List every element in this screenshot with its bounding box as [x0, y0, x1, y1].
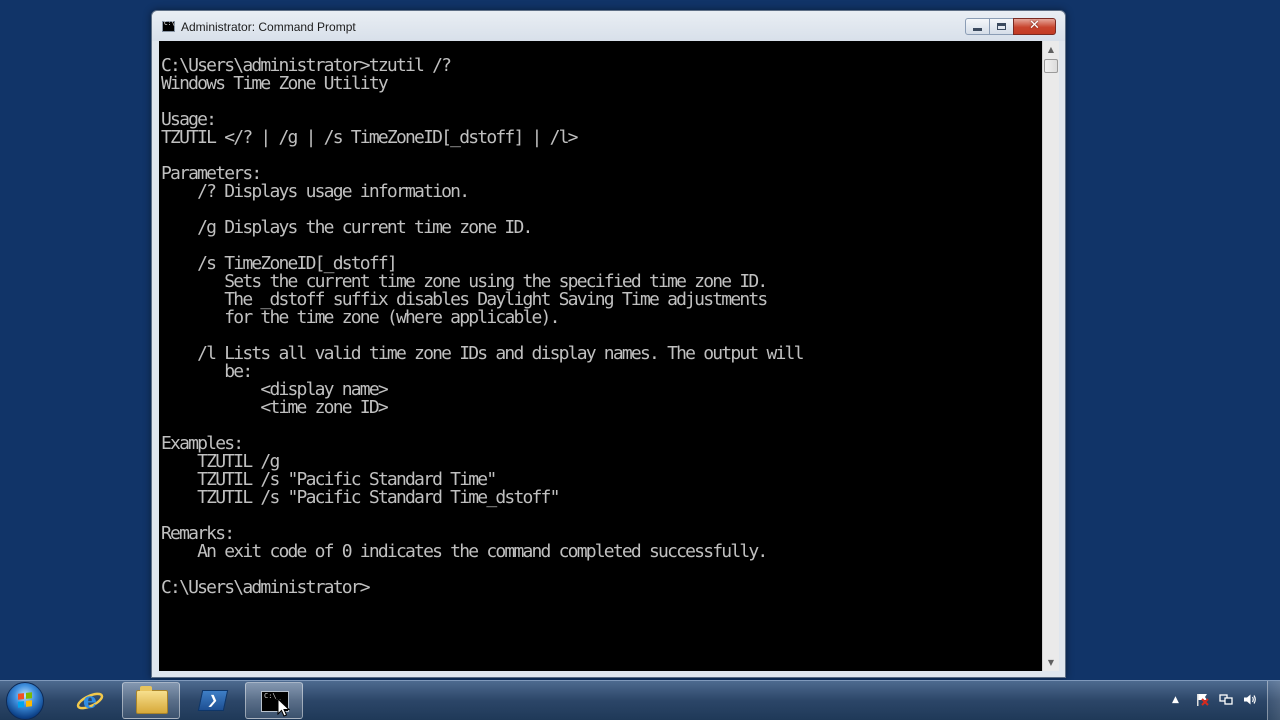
- vertical-scrollbar[interactable]: ▲ ▼: [1042, 41, 1059, 671]
- volume-icon[interactable]: [1243, 693, 1257, 706]
- svg-text:e: e: [83, 688, 97, 714]
- cmd-icon[interactable]: [162, 20, 175, 32]
- close-icon: ✕: [1029, 18, 1040, 33]
- console-line: for the time zone (where applicable).: [161, 307, 560, 328]
- minimize-button[interactable]: [965, 18, 990, 35]
- action-center-flag-icon[interactable]: [1196, 693, 1209, 706]
- taskbar-command-prompt-button[interactable]: [245, 682, 303, 719]
- caption-buttons: ✕: [965, 18, 1056, 35]
- scroll-down-icon[interactable]: ▼: [1043, 654, 1059, 671]
- console-line: Windows Time Zone Utility: [161, 73, 389, 94]
- mouse-cursor-icon: [277, 698, 290, 717]
- maximize-icon: [997, 23, 1006, 30]
- network-icon[interactable]: [1219, 693, 1233, 706]
- start-orb-icon[interactable]: [6, 682, 44, 720]
- show-hidden-icons-icon[interactable]: ▲: [1172, 695, 1179, 705]
- window-title: Administrator: Command Prompt: [181, 20, 356, 34]
- notification-area: ▲: [1160, 681, 1280, 720]
- powershell-icon: ❯: [197, 690, 229, 711]
- console-line: /g Displays the current time zone ID.: [161, 217, 533, 238]
- console-line: TZUTIL </? | /g | /s TimeZoneID[_dstoff]…: [161, 127, 579, 148]
- console-output-area[interactable]: C:\Users\administrator>tzutil /? Windows…: [159, 41, 1042, 671]
- console-line: An exit code of 0 indicates the command …: [161, 541, 768, 562]
- minimize-icon: [973, 28, 982, 31]
- command-prompt-window[interactable]: Administrator: Command Prompt ✕ C:\Users…: [151, 10, 1066, 678]
- console-line: /l Lists all valid time zone IDs and dis…: [161, 343, 804, 364]
- maximize-button[interactable]: [989, 18, 1014, 35]
- console-line: <time zone ID>: [161, 397, 388, 418]
- taskbar-internet-explorer-button[interactable]: e: [60, 682, 118, 719]
- scroll-thumb[interactable]: [1044, 59, 1058, 73]
- console-line: /? Displays usage information.: [161, 181, 470, 202]
- close-button[interactable]: ✕: [1013, 18, 1056, 35]
- scroll-up-icon[interactable]: ▲: [1043, 41, 1059, 58]
- file-explorer-icon: [136, 686, 168, 714]
- internet-explorer-icon: e: [76, 688, 104, 714]
- console-line: TZUTIL /s "Pacific Standard Time_dstoff": [161, 487, 560, 508]
- console-text: C:\Users\administrator>tzutil /? Windows…: [161, 57, 804, 598]
- taskbar-powershell-button[interactable]: ❯: [184, 682, 242, 719]
- taskbar-file-explorer-button[interactable]: [122, 682, 180, 719]
- taskbar: e ❯ ▲: [0, 680, 1280, 720]
- show-desktop-button[interactable]: [1267, 681, 1280, 720]
- title-bar[interactable]: Administrator: Command Prompt ✕: [152, 11, 1065, 41]
- console-line: C:\Users\administrator>: [161, 577, 371, 598]
